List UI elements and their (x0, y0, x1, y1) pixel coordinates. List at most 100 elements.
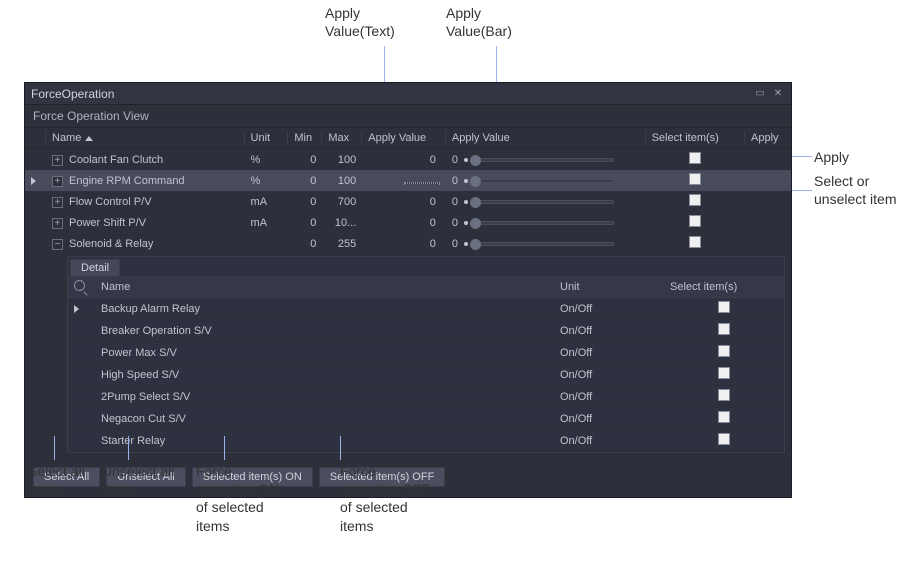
detail-name: Power Max S/V (95, 342, 554, 364)
col-select[interactable]: Select item(s) (646, 128, 745, 149)
slider-min-dot (464, 242, 468, 246)
detail-tab[interactable]: Detail (70, 259, 120, 276)
slider-value: 0 (452, 238, 458, 250)
expand-icon[interactable]: + (52, 218, 63, 229)
callout-force-off: Force operation OFF of selected items (340, 462, 430, 535)
select-item-checkbox[interactable] (689, 173, 701, 185)
slider-thumb[interactable] (470, 239, 481, 250)
apply-cell[interactable] (745, 149, 791, 171)
detail-select-checkbox[interactable] (718, 301, 730, 313)
col-apply-value-bar[interactable]: Apply Value (446, 128, 646, 149)
main-grid: Name Unit Min Max Apply Value Apply Valu… (25, 127, 791, 254)
row-name: Solenoid & Relay (69, 238, 153, 250)
callout-select-item: Select or unselect item (814, 172, 896, 208)
detail-panel: Detail Name Unit Select item(s) Ba (67, 256, 785, 453)
select-item-checkbox[interactable] (689, 194, 701, 206)
detail-unit: On/Off (554, 386, 664, 408)
current-row-icon (31, 177, 36, 185)
cell-unit: mA (245, 212, 289, 233)
slider-thumb[interactable] (470, 218, 481, 229)
detail-select-checkbox[interactable] (718, 323, 730, 335)
select-item-checkbox[interactable] (689, 215, 701, 227)
detail-select-checkbox[interactable] (718, 345, 730, 357)
detail-select-checkbox[interactable] (718, 389, 730, 401)
detail-select-checkbox[interactable] (718, 411, 730, 423)
detail-row[interactable]: Starter RelayOn/Off (68, 430, 784, 452)
cell-min: 0 (288, 191, 322, 212)
apply-value-slider[interactable]: 0 (452, 154, 640, 166)
detail-row[interactable]: Backup Alarm RelayOn/Off (68, 298, 784, 320)
callout-apply-value-text: Apply Value(Text) (325, 4, 395, 40)
apply-cell[interactable] (745, 191, 791, 212)
col-min[interactable]: Min (288, 128, 322, 149)
cell-max: 255 (322, 233, 362, 254)
apply-cell[interactable] (745, 212, 791, 233)
apply-value-text-input[interactable]: 0 (410, 196, 440, 208)
slider-track[interactable] (474, 158, 614, 162)
slider-track[interactable] (474, 179, 614, 183)
detach-icon[interactable]: ▭ (753, 87, 767, 101)
expand-icon[interactable]: + (52, 197, 63, 208)
detail-row[interactable]: Negacon Cut S/VOn/Off (68, 408, 784, 430)
detail-col-select[interactable]: Select item(s) (664, 277, 784, 298)
table-row[interactable]: +Engine RPM Command%01000 (25, 170, 791, 191)
expand-icon[interactable]: + (52, 155, 63, 166)
col-max[interactable]: Max (322, 128, 362, 149)
apply-value-text-input[interactable]: 0 (410, 217, 440, 229)
slider-thumb[interactable] (470, 155, 481, 166)
slider-thumb[interactable] (470, 176, 481, 187)
slider-track[interactable] (474, 242, 614, 246)
slider-thumb[interactable] (470, 197, 481, 208)
cell-unit: mA (245, 191, 289, 212)
detail-col-unit[interactable]: Unit (554, 277, 664, 298)
slider-min-dot (464, 179, 468, 183)
callout-apply: Apply (814, 148, 849, 166)
panel-subtitle: Force Operation View (25, 105, 791, 127)
panel-title: ForceOperation (31, 87, 114, 101)
detail-select-checkbox[interactable] (718, 367, 730, 379)
detail-name: Negacon Cut S/V (95, 408, 554, 430)
table-row[interactable]: +Power Shift P/VmA010...00 (25, 212, 791, 233)
cell-min: 0 (288, 212, 322, 233)
table-row[interactable]: +Flow Control P/VmA070000 (25, 191, 791, 212)
col-name[interactable]: Name (46, 128, 245, 149)
apply-value-text-input[interactable]: 0 (410, 238, 440, 250)
detail-row[interactable]: Power Max S/VOn/Off (68, 342, 784, 364)
sort-asc-icon (85, 136, 93, 141)
detail-name: High Speed S/V (95, 364, 554, 386)
select-item-checkbox[interactable] (689, 236, 701, 248)
select-item-checkbox[interactable] (689, 152, 701, 164)
col-apply[interactable]: Apply (745, 128, 791, 149)
detail-row[interactable]: Breaker Operation S/VOn/Off (68, 320, 784, 342)
apply-value-slider[interactable]: 0 (452, 175, 640, 187)
force-operation-panel: ForceOperation ▭ ✕ Force Operation View (24, 82, 792, 498)
table-row[interactable]: +Coolant Fan Clutch%010000 (25, 149, 791, 171)
col-apply-value-text[interactable]: Apply Value (362, 128, 446, 149)
apply-value-slider[interactable]: 0 (452, 196, 640, 208)
detail-row[interactable]: 2Pump Select S/VOn/Off (68, 386, 784, 408)
close-icon[interactable]: ✕ (771, 87, 785, 101)
apply-value-text-input[interactable]: 0 (410, 154, 440, 166)
slider-track[interactable] (474, 200, 614, 204)
detail-col-name[interactable]: Name (95, 277, 554, 298)
apply-value-slider[interactable]: 0 (452, 238, 640, 250)
table-row[interactable]: −Solenoid & Relay025500 (25, 233, 791, 254)
search-icon[interactable] (74, 280, 85, 291)
apply-value-text-input[interactable] (404, 182, 440, 184)
row-name: Power Shift P/V (69, 217, 146, 229)
callout-select-all: Select all items (28, 462, 85, 498)
detail-unit: On/Off (554, 298, 664, 320)
slider-track[interactable] (474, 221, 614, 225)
cell-unit (245, 233, 289, 254)
detail-select-checkbox[interactable] (718, 433, 730, 445)
row-name: Engine RPM Command (69, 175, 185, 187)
apply-value-slider[interactable]: 0 (452, 217, 640, 229)
apply-cell[interactable] (745, 170, 791, 191)
detail-grid: Name Unit Select item(s) Backup Alarm Re… (68, 276, 784, 452)
expand-icon[interactable]: − (52, 239, 63, 250)
detail-row[interactable]: High Speed S/VOn/Off (68, 364, 784, 386)
expand-icon[interactable]: + (52, 176, 63, 187)
cell-unit: % (245, 149, 289, 171)
apply-cell[interactable] (745, 233, 791, 254)
col-unit[interactable]: Unit (245, 128, 289, 149)
